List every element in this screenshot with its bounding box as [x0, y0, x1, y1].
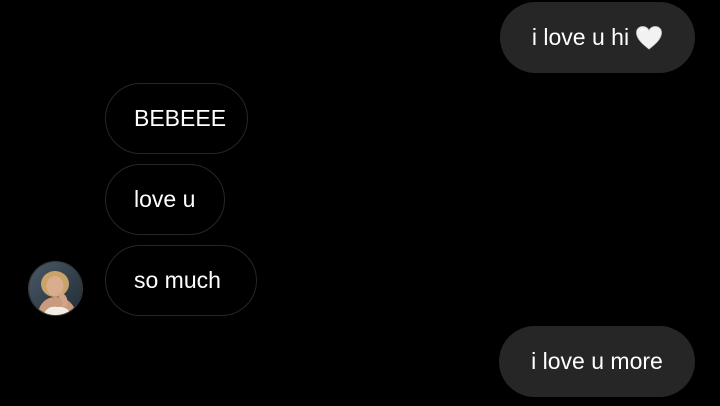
received-message-bubble[interactable]: BEBEEE	[105, 83, 248, 154]
white-heart-icon	[635, 25, 663, 51]
message-text: BEBEEE	[134, 105, 227, 131]
contact-avatar[interactable]	[28, 261, 83, 316]
message-text: i love u hi	[531, 24, 630, 50]
message-text: love u	[134, 186, 196, 212]
message-text: so much	[134, 267, 221, 293]
message-thread: i love u hi BEBEEE love u so much i love…	[0, 0, 720, 406]
sent-message-bubble[interactable]: i love u more	[499, 326, 695, 397]
received-message-bubble[interactable]: love u	[105, 164, 225, 235]
message-text: i love u more	[531, 348, 663, 374]
received-message-bubble[interactable]: so much	[105, 245, 257, 316]
sent-message-bubble[interactable]: i love u hi	[500, 2, 695, 73]
